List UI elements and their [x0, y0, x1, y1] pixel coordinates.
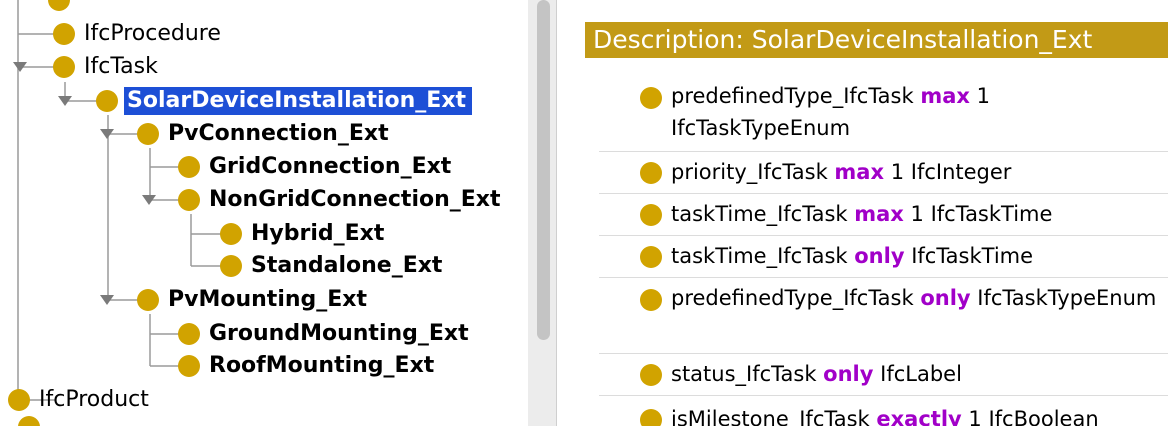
- class-circle-icon: [8, 389, 30, 411]
- tree-node-label: PvMounting_Ext: [168, 287, 367, 312]
- axiom-keyword: only: [823, 362, 874, 386]
- tree-node-ifcprocedure[interactable]: IfcProcedure: [53, 18, 221, 50]
- class-circle-icon: [137, 289, 159, 311]
- axiom-row[interactable]: predefinedType_IfcTask only IfcTaskTypeE…: [599, 278, 1168, 354]
- restriction-circle-icon: [640, 409, 662, 426]
- tree-node-ifctask[interactable]: IfcTask: [53, 51, 158, 83]
- axiom-filler: IfcLabel: [880, 362, 962, 386]
- tree-node-roofmounting[interactable]: RoofMounting_Ext: [178, 350, 434, 382]
- tree-node-standalone[interactable]: Standalone_Ext: [220, 250, 442, 282]
- restriction-circle-icon: [640, 246, 662, 268]
- restriction-circle-icon: [640, 204, 662, 226]
- axiom-property: isMilestone_IfcTask: [671, 407, 870, 426]
- tree-node-label: IfcProcedure: [84, 21, 221, 46]
- axiom-keyword: only: [854, 244, 905, 268]
- tree-node-label: NonGridConnection_Ext: [209, 187, 501, 212]
- axiom-row[interactable]: isMilestone_IfcTask exactly 1 IfcBoolean: [599, 396, 1168, 426]
- expand-arrow-icon[interactable]: [100, 295, 114, 305]
- axiom-property: predefinedType_IfcTask: [671, 286, 914, 310]
- tree-node-hybrid[interactable]: Hybrid_Ext: [220, 218, 384, 250]
- axiom-keyword: max: [920, 84, 970, 108]
- tree-node-label: IfcTask: [84, 54, 158, 79]
- tree-node-label: Hybrid_Ext: [251, 221, 385, 246]
- class-hierarchy-panel: IfcProcedure IfcTask SolarDeviceInstalla…: [0, 0, 528, 426]
- tree-node-nongridconnection[interactable]: NonGridConnection_Ext: [178, 184, 501, 216]
- restriction-circle-icon: [640, 162, 662, 184]
- restriction-circle-icon: [640, 87, 662, 109]
- axiom-property: taskTime_IfcTask: [671, 202, 848, 226]
- axiom-row[interactable]: taskTime_IfcTask only IfcTaskTime: [599, 236, 1168, 278]
- class-circle-icon: [178, 355, 200, 377]
- restriction-circle-icon: [640, 364, 662, 386]
- tree-node-pvmounting[interactable]: PvMounting_Ext: [137, 284, 367, 316]
- axiom-filler: 1 IfcInteger: [890, 160, 1012, 184]
- class-circle-icon: [96, 90, 118, 112]
- tree-node-label: GridConnection_Ext: [209, 154, 452, 179]
- axiom-filler: IfcTaskTypeEnum: [977, 286, 1157, 310]
- tree-node-label: IfcProduct: [39, 387, 149, 412]
- tree-node-label: SolarDeviceInstallation_Ext: [124, 87, 473, 115]
- description-header: Description: SolarDeviceInstallation_Ext: [585, 22, 1168, 58]
- expand-arrow-icon[interactable]: [142, 195, 156, 205]
- axiom-row[interactable]: status_IfcTask only IfcLabel: [599, 354, 1168, 396]
- restriction-circle-icon: [640, 289, 662, 311]
- axiom-filler: IfcTaskTime: [911, 244, 1034, 268]
- axiom-property: predefinedType_IfcTask: [671, 84, 914, 108]
- axiom-property: taskTime_IfcTask: [671, 244, 848, 268]
- axiom-property: status_IfcTask: [671, 362, 817, 386]
- tree-node-solardeviceinstallation-selected[interactable]: SolarDeviceInstallation_Ext: [96, 85, 473, 117]
- axiom-keyword: max: [854, 202, 904, 226]
- axiom-keyword: only: [920, 286, 971, 310]
- tree-node-ifcproduct[interactable]: IfcProduct: [8, 384, 149, 416]
- axiom-filler: 1 IfcTaskTime: [910, 202, 1053, 226]
- tree-scrollbar-thumb[interactable]: [537, 0, 550, 340]
- tree-node-label: GroundMounting_Ext: [209, 321, 469, 346]
- class-circle-icon: [137, 123, 159, 145]
- axiom-row[interactable]: predefinedType_IfcTask max 1 IfcTaskType…: [599, 76, 1168, 152]
- tree-node-label: RoofMounting_Ext: [209, 353, 435, 378]
- axiom-row[interactable]: priority_IfcTask max 1 IfcInteger: [599, 152, 1168, 194]
- class-circle-icon: [220, 223, 242, 245]
- tree-node-pvconnection[interactable]: PvConnection_Ext: [137, 118, 389, 150]
- axiom-keyword: max: [834, 160, 885, 184]
- description-panel: Description: SolarDeviceInstallation_Ext…: [557, 0, 1168, 426]
- expand-arrow-icon[interactable]: [13, 62, 27, 72]
- tree-node-gridconnection[interactable]: GridConnection_Ext: [178, 151, 451, 183]
- expand-arrow-icon[interactable]: [100, 129, 114, 139]
- tree-node-groundmounting[interactable]: GroundMounting_Ext: [178, 318, 469, 350]
- axiom-filler: 1 IfcBoolean: [968, 407, 1099, 426]
- axiom-property: priority_IfcTask: [671, 160, 828, 184]
- axiom-keyword: exactly: [876, 407, 962, 426]
- class-circle-icon: [178, 156, 200, 178]
- expand-arrow-icon[interactable]: [58, 96, 72, 106]
- tree-node-label: PvConnection_Ext: [168, 121, 389, 146]
- class-circle-icon: [178, 323, 200, 345]
- class-circle-icon: [220, 255, 242, 277]
- class-circle-icon: [178, 189, 200, 211]
- class-circle-icon: [53, 56, 75, 78]
- tree-node-label: Standalone_Ext: [251, 253, 443, 278]
- class-circle-icon: [53, 23, 75, 45]
- axiom-row[interactable]: taskTime_IfcTask max 1 IfcTaskTime: [599, 194, 1168, 236]
